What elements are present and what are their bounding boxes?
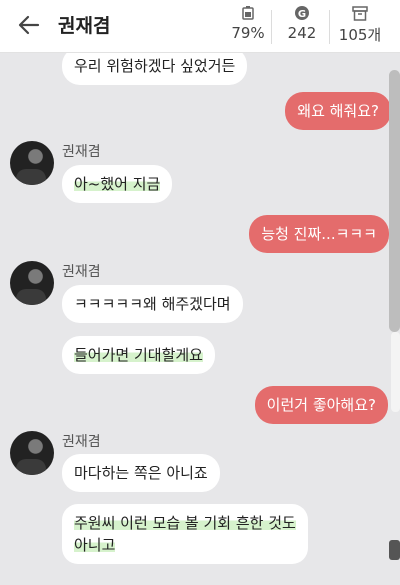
- battery-value: 79%: [231, 24, 265, 42]
- back-button[interactable]: [14, 10, 44, 40]
- coin-icon: G: [295, 6, 309, 20]
- box-icon: [352, 5, 368, 21]
- incoming-message: 주원씨 이런 모습 볼 기회 흔한 것도 아니고: [62, 504, 308, 564]
- incoming-message: 우리 위험하겠다 싶었거든: [62, 53, 248, 85]
- incoming-message: 아~했어 지금: [62, 165, 173, 203]
- incoming-message: 들어가면 기대할게요: [62, 336, 215, 374]
- scrollbar[interactable]: [386, 70, 400, 560]
- top-bar: 권재겸 79% G 242 105개: [0, 0, 400, 53]
- sender-name: 권재겸: [62, 434, 101, 450]
- sender-name: 권재겸: [62, 264, 101, 280]
- scrollbar-thumb[interactable]: [389, 70, 400, 332]
- chat-title: 권재겸: [58, 15, 111, 37]
- scroll-down-button[interactable]: [389, 540, 400, 560]
- coin-stat: G 242: [272, 4, 332, 42]
- battery-stat: 79%: [218, 4, 278, 42]
- svg-text:G: G: [298, 9, 306, 20]
- avatar[interactable]: [10, 431, 54, 475]
- outgoing-message: 이런거 좋아해요?: [254, 386, 388, 424]
- avatar[interactable]: [10, 141, 54, 185]
- scrollbar-track: [391, 332, 400, 412]
- outgoing-message: 왜요 해줘요?: [285, 92, 391, 130]
- incoming-message: 마다하는 쪽은 아니죠: [62, 454, 220, 492]
- outgoing-message: 능청 진짜...ㅋㅋㅋ: [249, 215, 389, 253]
- sender-name: 권재겸: [62, 144, 101, 160]
- incoming-message: ㅋㅋㅋㅋㅋ왜 해주겠다며: [62, 285, 243, 323]
- inventory-stat: 105개: [330, 4, 390, 45]
- avatar[interactable]: [10, 261, 54, 305]
- chat-area[interactable]: 우리 위험하겠다 싶었거든 왜요 해줘요? 권재겸 아~했어 지금 능청 진짜.…: [0, 53, 400, 585]
- battery-icon: [242, 6, 254, 20]
- coin-value: 242: [287, 24, 317, 42]
- back-arrow-icon: [18, 15, 40, 35]
- inventory-value: 105개: [338, 26, 382, 44]
